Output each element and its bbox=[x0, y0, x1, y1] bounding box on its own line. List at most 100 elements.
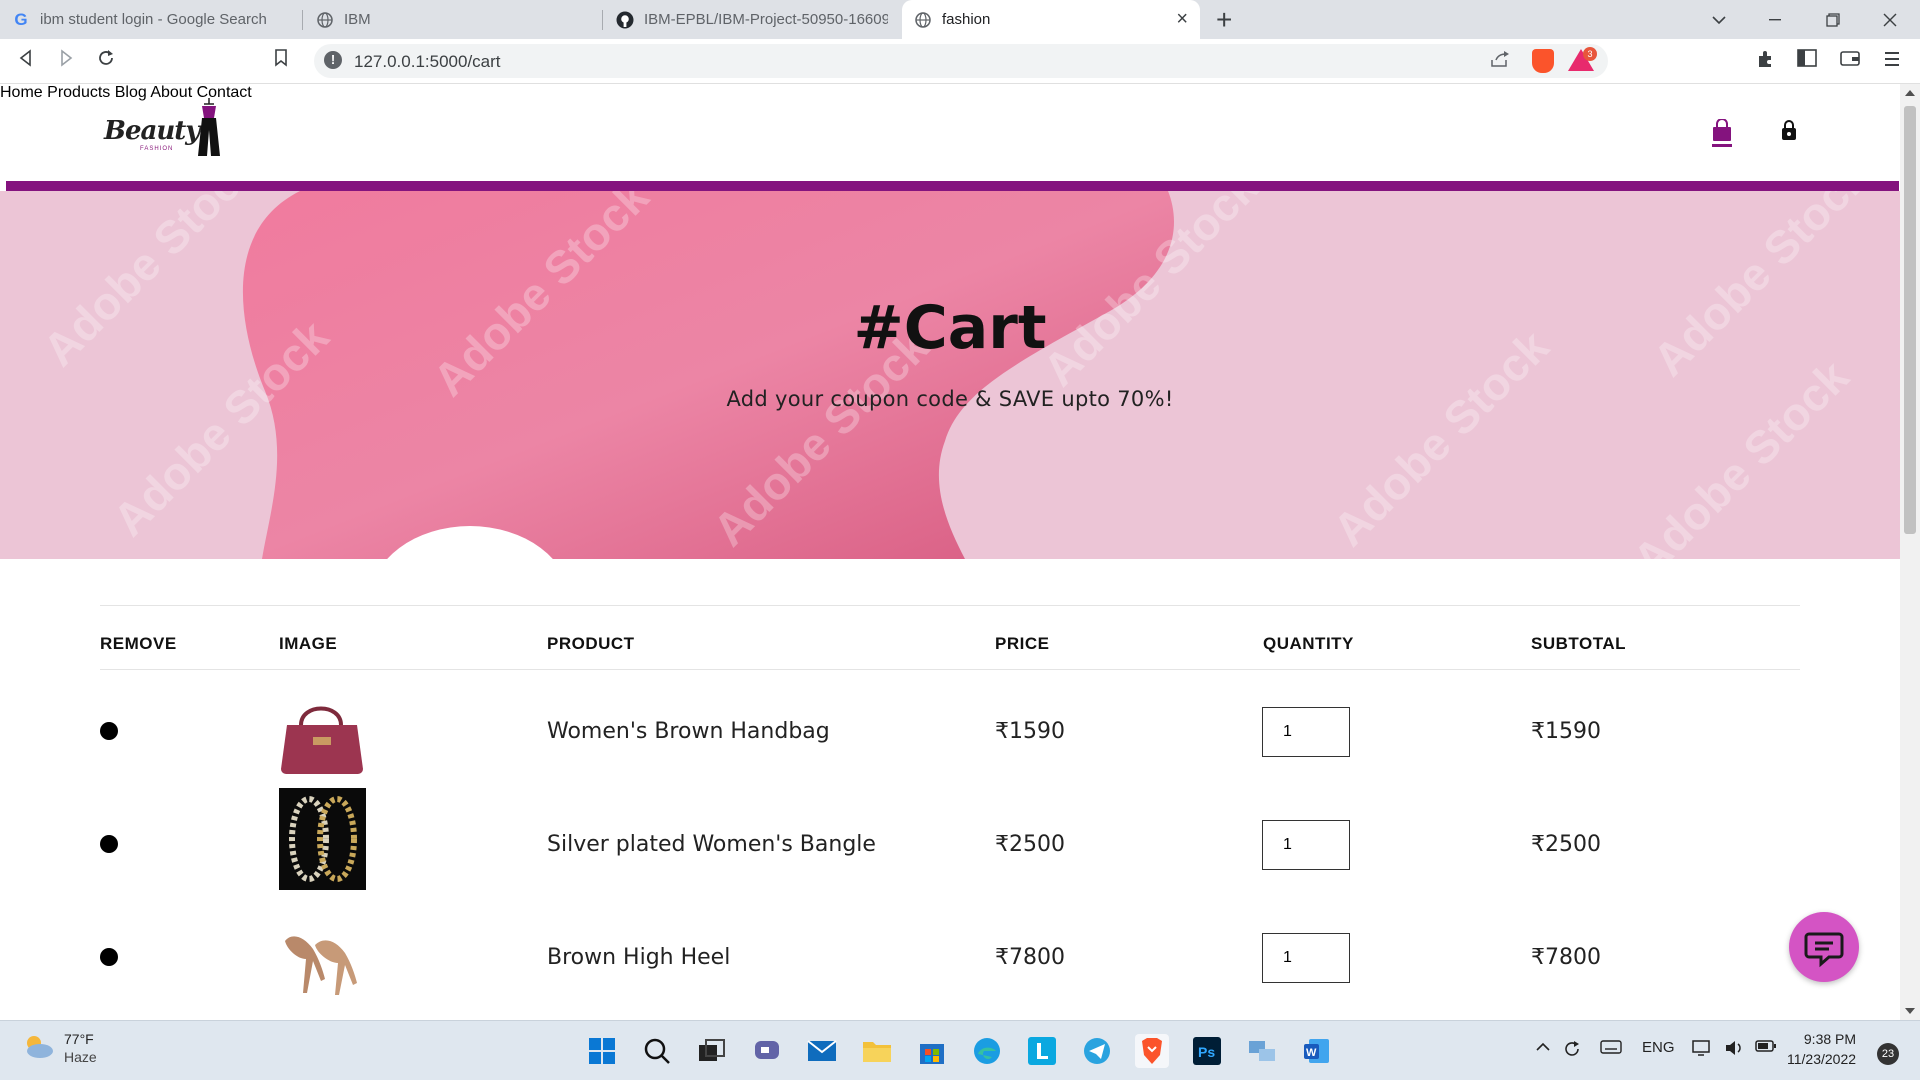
tab-title: IBM-EPBL/IBM-Project-50950-166093 bbox=[644, 11, 888, 28]
svg-text:Ps: Ps bbox=[1198, 1044, 1215, 1060]
svg-text:W: W bbox=[1306, 1047, 1317, 1059]
brave-browser-icon[interactable] bbox=[1135, 1034, 1169, 1068]
photoshop-icon[interactable]: Ps bbox=[1190, 1034, 1224, 1068]
header-remove: REMOVE bbox=[100, 634, 177, 653]
keyboard-icon[interactable] bbox=[1600, 1039, 1622, 1059]
task-view-icon[interactable] bbox=[695, 1034, 729, 1068]
table-row: Silver plated Women's Bangle ₹2500 ₹2500 bbox=[100, 788, 1800, 900]
chat-icon bbox=[1804, 932, 1844, 968]
teams-chat-icon[interactable] bbox=[750, 1034, 784, 1068]
clock-date: 11/23/2022 bbox=[1787, 1051, 1857, 1067]
tab-ibm[interactable]: IBM bbox=[304, 0, 600, 39]
product-name[interactable]: Silver plated Women's Bangle bbox=[547, 832, 876, 857]
windows-taskbar: 77°F Haze Ps W ENG 9:38 PM 11/23/2022 23 bbox=[0, 1020, 1920, 1080]
quantity-input[interactable] bbox=[1262, 707, 1350, 757]
google-icon: G bbox=[14, 9, 28, 29]
network-icon[interactable] bbox=[1692, 1039, 1714, 1061]
weather-widget[interactable]: 77°F Haze bbox=[20, 1031, 97, 1065]
share-icon[interactable] bbox=[1490, 50, 1510, 73]
cart-banner: Adobe Stock Adobe Stock Adobe Stock Adob… bbox=[0, 191, 1900, 559]
product-price: ₹1590 bbox=[995, 719, 1065, 744]
quantity-input[interactable] bbox=[1262, 933, 1350, 983]
remove-item-button[interactable] bbox=[100, 835, 118, 853]
tab-google-search[interactable]: G ibm student login - Google Search bbox=[0, 0, 300, 39]
scroll-down-arrow-icon[interactable] bbox=[1905, 1008, 1915, 1014]
windows-start-icon[interactable] bbox=[585, 1034, 619, 1068]
extensions-icon[interactable] bbox=[1756, 49, 1776, 75]
logo-text: Beauty bbox=[104, 116, 200, 146]
battery-icon[interactable] bbox=[1755, 1039, 1777, 1057]
header-image: IMAGE bbox=[279, 634, 338, 653]
address-bar[interactable]: ! 127.0.0.1:5000/cart 3 bbox=[314, 44, 1608, 78]
microsoft-store-icon[interactable] bbox=[915, 1034, 949, 1068]
new-tab-button[interactable]: + bbox=[1216, 4, 1232, 36]
site-info-icon[interactable]: ! bbox=[324, 51, 342, 69]
reload-icon[interactable] bbox=[97, 49, 115, 73]
browser-tab-strip: G ibm student login - Google Search IBM … bbox=[0, 0, 1920, 39]
network-app-icon[interactable] bbox=[1245, 1034, 1279, 1068]
site-header: Beauty FASHION Home Products Blog About … bbox=[0, 84, 1900, 181]
tab-separator bbox=[602, 10, 603, 30]
tray-overflow-icon[interactable] bbox=[1535, 1039, 1551, 1056]
nav-products[interactable]: Products bbox=[47, 84, 110, 101]
telegram-icon[interactable] bbox=[1080, 1034, 1114, 1068]
wallet-icon[interactable] bbox=[1840, 49, 1860, 73]
forward-icon[interactable] bbox=[58, 49, 74, 73]
remove-item-button[interactable] bbox=[100, 948, 118, 966]
clock-time: 9:38 PM bbox=[1803, 1031, 1857, 1047]
globe-icon bbox=[316, 11, 334, 29]
notification-count-badge[interactable]: 23 bbox=[1877, 1043, 1899, 1065]
page-subtitle: Add your coupon code & SAVE upto 70%! bbox=[726, 387, 1174, 411]
table-row: Brown High Heel ₹7800 ₹7800 bbox=[100, 901, 1800, 1013]
search-icon[interactable] bbox=[640, 1034, 674, 1068]
rewards-badge: 3 bbox=[1583, 47, 1597, 61]
minimize-icon[interactable] bbox=[1747, 0, 1803, 39]
language-indicator[interactable]: ENG bbox=[1642, 1039, 1675, 1056]
weather-condition: Haze bbox=[64, 1049, 97, 1065]
edge-icon[interactable] bbox=[970, 1034, 1004, 1068]
scroll-up-arrow-icon[interactable] bbox=[1905, 90, 1915, 96]
tab-github[interactable]: IBM-EPBL/IBM-Project-50950-166093 bbox=[604, 0, 900, 39]
quantity-input[interactable] bbox=[1262, 820, 1350, 870]
site-logo[interactable]: Beauty FASHION bbox=[102, 96, 232, 168]
tab-title: IBM bbox=[344, 11, 371, 28]
system-clock[interactable]: 9:38 PM 11/23/2022 bbox=[1787, 1029, 1856, 1069]
bookmark-icon[interactable] bbox=[274, 49, 288, 73]
tab-fashion[interactable]: fashion × bbox=[902, 0, 1200, 39]
product-subtotal: ₹7800 bbox=[1531, 945, 1601, 970]
shopping-bag-icon[interactable] bbox=[1711, 119, 1733, 147]
product-name[interactable]: Brown High Heel bbox=[547, 945, 730, 970]
weather-temp: 77°F bbox=[64, 1031, 94, 1047]
tab-search-chevron-icon[interactable] bbox=[1691, 0, 1747, 39]
file-explorer-icon[interactable] bbox=[860, 1034, 894, 1068]
chat-button[interactable] bbox=[1789, 912, 1859, 982]
product-name[interactable]: Women's Brown Handbag bbox=[547, 719, 830, 744]
remove-item-button[interactable] bbox=[100, 722, 118, 740]
page-title: #Cart bbox=[853, 293, 1047, 363]
close-tab-icon[interactable]: × bbox=[1176, 8, 1188, 31]
back-icon[interactable] bbox=[18, 49, 34, 73]
brave-shields-icon[interactable] bbox=[1532, 49, 1554, 73]
volume-icon[interactable] bbox=[1724, 1039, 1746, 1061]
brave-rewards-icon[interactable]: 3 bbox=[1568, 47, 1597, 71]
header-product: PRODUCT bbox=[547, 634, 635, 653]
dress-logo-icon bbox=[198, 98, 220, 156]
menu-icon[interactable] bbox=[1885, 49, 1899, 73]
sync-icon[interactable] bbox=[1562, 1039, 1582, 1063]
word-icon[interactable]: W bbox=[1300, 1034, 1334, 1068]
lock-user-icon[interactable] bbox=[1780, 119, 1798, 141]
globe-icon bbox=[914, 11, 932, 29]
url-text[interactable]: 127.0.0.1:5000/cart bbox=[354, 52, 501, 72]
page-scrollbar[interactable] bbox=[1900, 84, 1920, 1020]
product-image-bangle bbox=[279, 788, 366, 890]
product-subtotal: ₹2500 bbox=[1531, 832, 1601, 857]
restore-icon[interactable] bbox=[1805, 0, 1861, 39]
product-image-high-heel bbox=[279, 919, 366, 995]
browser-toolbar: ! 127.0.0.1:5000/cart 3 bbox=[0, 39, 1920, 84]
sidebar-icon[interactable] bbox=[1797, 49, 1817, 73]
mail-icon[interactable] bbox=[805, 1034, 839, 1068]
app-l-icon[interactable] bbox=[1025, 1034, 1059, 1068]
close-window-icon[interactable] bbox=[1862, 0, 1918, 39]
scrollbar-thumb[interactable] bbox=[1904, 106, 1916, 534]
nav-home[interactable]: Home bbox=[0, 84, 43, 101]
